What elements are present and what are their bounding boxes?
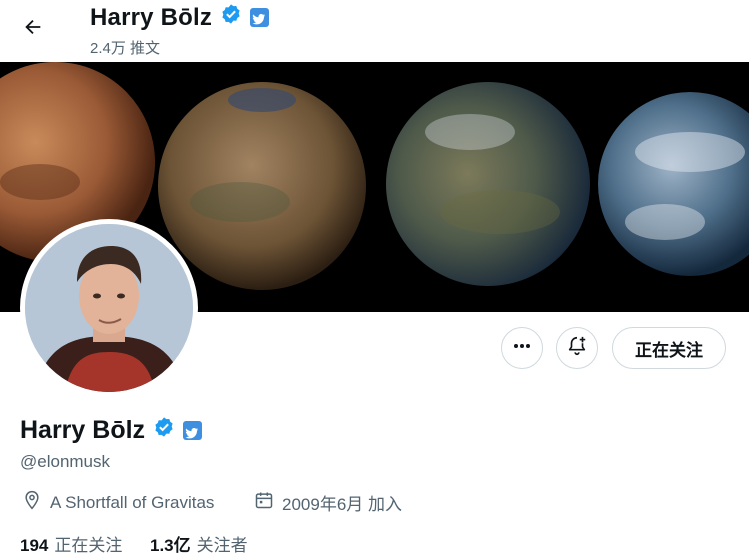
join-date-text: 2009年6月 加入 — [282, 495, 402, 514]
avatar[interactable] — [20, 219, 198, 397]
following-button[interactable]: 正在关注 — [612, 327, 726, 369]
calendar-icon — [254, 490, 282, 515]
profile-name-text: Harry Bōlz — [20, 416, 146, 444]
affiliate-badge-icon[interactable] — [250, 8, 270, 27]
location-text: A Shortfall of Gravitas — [50, 492, 215, 512]
profile-handle: @elonmusk — [20, 452, 111, 471]
followers-label: 关注者 — [196, 536, 248, 555]
following-label: 正在关注 — [54, 536, 123, 555]
avatar-image — [25, 224, 193, 392]
bell-plus-icon — [566, 335, 588, 362]
arrow-left-icon — [22, 16, 44, 43]
location: A Shortfall of Gravitas — [22, 490, 214, 515]
more-options-button[interactable] — [501, 327, 543, 369]
profile-header: Harry Bōlz 2.4万 推文 — [0, 0, 749, 62]
followers-count: 1.3亿 — [150, 536, 191, 555]
more-horizontal-icon — [512, 336, 532, 361]
followers-stat[interactable]: 1.3亿 关注者 — [150, 531, 248, 556]
notifications-button[interactable] — [556, 327, 598, 369]
affiliate-badge-icon[interactable] — [183, 421, 203, 440]
following-stat[interactable]: 194 正在关注 — [20, 531, 122, 556]
location-pin-icon — [22, 490, 50, 515]
profile-name: Harry Bōlz — [20, 416, 203, 445]
verified-badge-icon[interactable] — [220, 3, 242, 32]
back-button[interactable] — [14, 12, 52, 46]
header-name: Harry Bōlz — [90, 3, 270, 32]
tweet-count: 2.4万 推文 — [90, 40, 161, 57]
join-date: 2009年6月 加入 — [254, 490, 402, 515]
header-name-text: Harry Bōlz — [90, 3, 213, 31]
verified-badge-icon[interactable] — [153, 416, 175, 445]
following-count: 194 — [20, 536, 49, 555]
